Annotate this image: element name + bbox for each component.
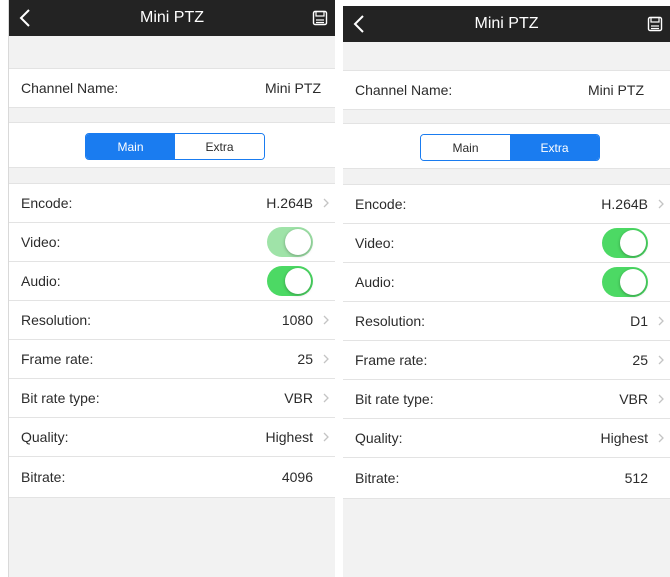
video-toggle[interactable] bbox=[267, 227, 313, 257]
resolution-value: 1080 bbox=[281, 312, 313, 328]
bitrate-label: Bitrate: bbox=[21, 469, 66, 485]
encode-value: H.264B bbox=[266, 195, 313, 211]
quality-value: Highest bbox=[265, 429, 313, 445]
audio-toggle[interactable] bbox=[267, 266, 313, 296]
bitrate-row[interactable]: Bitrate: 512 bbox=[343, 457, 670, 499]
toggle-knob bbox=[285, 229, 311, 255]
stream-segmented-control: Main Extra bbox=[420, 134, 600, 161]
chevron-right-icon bbox=[656, 302, 666, 340]
bitrate-label: Bitrate: bbox=[355, 470, 400, 486]
save-button[interactable] bbox=[309, 0, 331, 36]
quality-label: Quality: bbox=[355, 430, 403, 446]
chevron-right-icon bbox=[656, 380, 666, 418]
bit-rate-type-label: Bit rate type: bbox=[355, 391, 434, 407]
encode-value: H.264B bbox=[601, 196, 648, 212]
resolution-label: Resolution: bbox=[21, 312, 92, 328]
segment-main[interactable]: Main bbox=[421, 135, 510, 160]
channel-name-label: Channel Name: bbox=[21, 80, 119, 96]
audio-toggle[interactable] bbox=[602, 267, 648, 297]
nav-bar: Mini PTZ bbox=[343, 6, 670, 42]
frame-rate-value: 25 bbox=[632, 352, 648, 368]
save-button[interactable] bbox=[644, 6, 666, 42]
segment-extra[interactable]: Extra bbox=[510, 135, 599, 160]
video-row: Video: bbox=[9, 222, 335, 262]
encode-row[interactable]: Encode: H.264B bbox=[343, 184, 670, 224]
channel-name-row: Channel Name: Mini PTZ bbox=[343, 70, 670, 110]
segment-extra[interactable]: Extra bbox=[175, 134, 264, 159]
stream-selector-row: Main Extra bbox=[9, 122, 335, 168]
bit-rate-type-row[interactable]: Bit rate type: VBR bbox=[9, 378, 335, 418]
video-toggle[interactable] bbox=[602, 228, 648, 258]
chevron-right-icon bbox=[321, 340, 331, 378]
encode-row[interactable]: Encode: H.264B bbox=[9, 183, 335, 223]
chevron-right-icon bbox=[656, 185, 666, 223]
stream-segmented-control: Main Extra bbox=[85, 133, 265, 160]
resolution-row[interactable]: Resolution: 1080 bbox=[9, 300, 335, 340]
resolution-value: D1 bbox=[630, 313, 648, 329]
save-icon bbox=[312, 10, 328, 26]
toggle-knob bbox=[285, 268, 311, 294]
encode-label: Encode: bbox=[355, 196, 407, 212]
bit-rate-type-row[interactable]: Bit rate type: VBR bbox=[343, 379, 670, 419]
frame-rate-label: Frame rate: bbox=[355, 352, 428, 368]
chevron-right-icon bbox=[321, 301, 331, 339]
nav-bar: Mini PTZ bbox=[9, 0, 335, 36]
quality-label: Quality: bbox=[21, 429, 69, 445]
audio-row: Audio: bbox=[343, 262, 670, 302]
bitrate-row[interactable]: Bitrate: 4096 bbox=[9, 456, 335, 498]
channel-name-value: Mini PTZ bbox=[588, 82, 644, 98]
segment-main[interactable]: Main bbox=[86, 134, 175, 159]
bit-rate-type-value: VBR bbox=[284, 390, 313, 406]
bit-rate-type-label: Bit rate type: bbox=[21, 390, 100, 406]
quality-value: Highest bbox=[600, 430, 648, 446]
quality-row[interactable]: Quality: Highest bbox=[9, 417, 335, 457]
settings-screen-main: Mini PTZ Channel Name: Mini PTZ Main Ext… bbox=[8, 0, 335, 577]
bitrate-value: 512 bbox=[624, 470, 648, 486]
video-row: Video: bbox=[343, 223, 670, 263]
encode-label: Encode: bbox=[21, 195, 73, 211]
channel-name-row: Channel Name: Mini PTZ bbox=[9, 68, 335, 108]
page-title: Mini PTZ bbox=[140, 9, 204, 26]
chevron-right-icon bbox=[321, 418, 331, 456]
save-icon bbox=[647, 16, 663, 32]
chevron-right-icon bbox=[321, 379, 331, 417]
resolution-label: Resolution: bbox=[355, 313, 426, 329]
frame-rate-row[interactable]: Frame rate: 25 bbox=[9, 339, 335, 379]
resolution-row[interactable]: Resolution: D1 bbox=[343, 301, 670, 341]
settings-screen-extra: Mini PTZ Channel Name: Mini PTZ Main Ext… bbox=[343, 6, 670, 577]
frame-rate-value: 25 bbox=[297, 351, 313, 367]
audio-row: Audio: bbox=[9, 261, 335, 301]
chevron-right-icon bbox=[656, 419, 666, 457]
stream-selector-row: Main Extra bbox=[343, 123, 670, 169]
toggle-knob bbox=[620, 230, 646, 256]
channel-name-label: Channel Name: bbox=[355, 82, 453, 98]
page-title: Mini PTZ bbox=[474, 15, 539, 32]
frame-rate-row[interactable]: Frame rate: 25 bbox=[343, 340, 670, 380]
chevron-right-icon bbox=[656, 341, 666, 379]
bitrate-value: 4096 bbox=[281, 469, 313, 485]
quality-row[interactable]: Quality: Highest bbox=[343, 418, 670, 458]
bit-rate-type-value: VBR bbox=[619, 391, 648, 407]
chevron-right-icon bbox=[321, 184, 331, 222]
frame-rate-label: Frame rate: bbox=[21, 351, 94, 367]
video-label: Video: bbox=[355, 235, 395, 251]
video-label: Video: bbox=[21, 234, 61, 250]
audio-label: Audio: bbox=[355, 274, 395, 290]
toggle-knob bbox=[620, 269, 646, 295]
audio-label: Audio: bbox=[21, 273, 61, 289]
channel-name-value: Mini PTZ bbox=[265, 80, 321, 96]
